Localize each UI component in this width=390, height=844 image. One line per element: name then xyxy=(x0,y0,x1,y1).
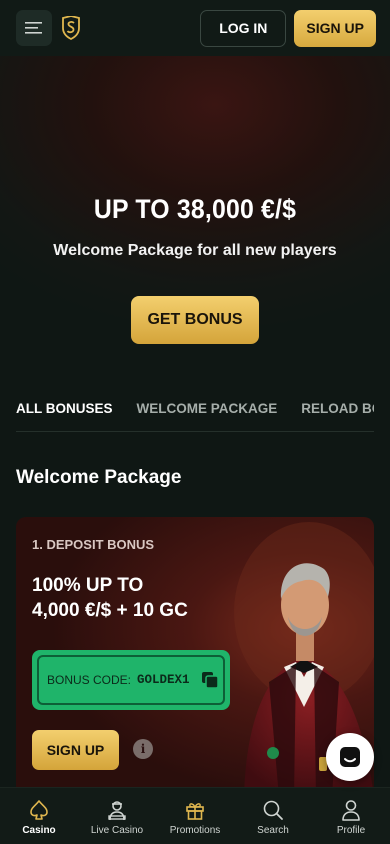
chat-icon xyxy=(340,747,360,767)
nav-label: Profile xyxy=(336,825,366,836)
brand-logo[interactable] xyxy=(60,15,82,41)
profile-icon xyxy=(339,798,363,822)
nav-profile[interactable]: Profile xyxy=(312,788,390,844)
nav-label: Promotions xyxy=(169,825,221,836)
bonus-code-value: GOLDEX1 xyxy=(137,673,190,687)
info-icon[interactable]: i xyxy=(133,739,153,759)
gift-icon xyxy=(183,798,207,822)
signup-button[interactable]: SIGN UP xyxy=(294,9,376,47)
dealer-icon xyxy=(105,798,129,822)
nav-label: Live Casino xyxy=(90,825,144,836)
nav-label: Casino xyxy=(22,825,56,836)
tab-all-bonuses[interactable]: ALL BONUSES xyxy=(16,381,113,431)
menu-button[interactable] xyxy=(16,10,52,46)
bonus-card: 1. DEPOSIT BONUS 100% UP TO 4,000 €/$ + … xyxy=(16,517,374,797)
spade-icon xyxy=(27,798,51,822)
card-signup-button[interactable]: SIGN UP xyxy=(32,730,119,770)
top-header: LOG IN SIGN UP xyxy=(0,0,390,56)
hamburger-icon xyxy=(25,22,42,34)
nav-casino[interactable]: Casino xyxy=(0,788,78,844)
tab-welcome-package[interactable]: WELCOME PACKAGE xyxy=(137,381,278,431)
nav-live-casino[interactable]: Live Casino xyxy=(78,788,156,844)
bonus-code-box[interactable]: BONUS CODE: GOLDEX1 xyxy=(32,650,230,710)
bonus-title-line2: 4,000 €/$ + 10 GC xyxy=(32,600,188,621)
nav-promotions[interactable]: Promotions xyxy=(156,788,234,844)
bonus-tabs: ALL BONUSES WELCOME PACKAGE RELOAD BONUSES xyxy=(0,381,390,433)
copy-icon[interactable] xyxy=(200,670,220,690)
get-bonus-button[interactable]: GET BONUS xyxy=(131,296,259,344)
bonus-title: 100% UP TO 4,000 €/$ + 10 GC xyxy=(32,573,232,623)
live-chat-button[interactable] xyxy=(326,733,374,781)
hero-subtitle: Welcome Package for all new players xyxy=(53,242,337,259)
shield-logo-icon xyxy=(62,16,80,40)
hero-banner: UP TO 38,000 €/$ Welcome Package for all… xyxy=(0,56,390,381)
bonus-code-label: BONUS CODE: xyxy=(47,673,132,687)
nav-search[interactable]: Search xyxy=(234,788,312,844)
search-icon xyxy=(261,798,285,822)
tab-reload-bonuses[interactable]: RELOAD BONUSES xyxy=(301,381,374,431)
login-button[interactable]: LOG IN xyxy=(200,9,287,47)
bonus-title-line1: 100% UP TO xyxy=(32,575,144,596)
hero-title: UP TO 38,000 €/$ xyxy=(93,194,297,224)
section-title: Welcome Package xyxy=(16,467,182,488)
bottom-navigation: Casino Live Casino Promotions Search Pro… xyxy=(0,787,390,844)
nav-label: Search xyxy=(257,825,289,836)
bonus-step-label: 1. DEPOSIT BONUS xyxy=(32,537,155,552)
